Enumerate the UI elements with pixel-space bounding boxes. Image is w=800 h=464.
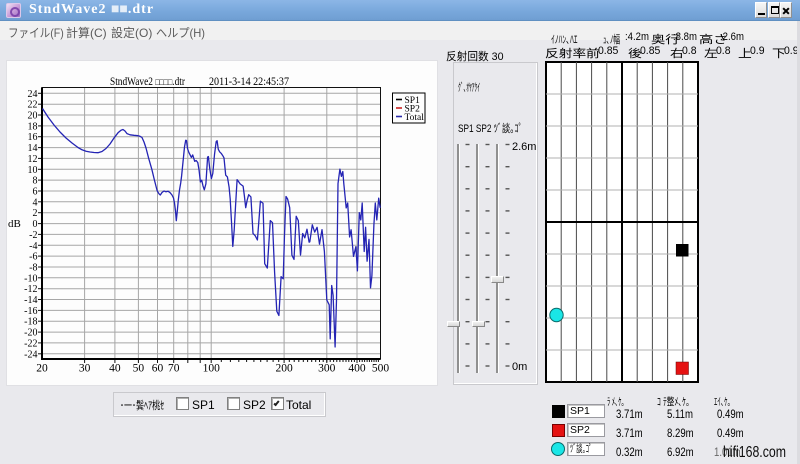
svg-text:-20: -20	[24, 328, 37, 339]
svg-text:dB: dB	[8, 218, 21, 230]
svg-text:400: 400	[348, 363, 366, 375]
svg-text:-18: -18	[24, 317, 37, 328]
svg-text:-6: -6	[29, 252, 37, 263]
svg-text:20: 20	[36, 363, 48, 375]
svg-text:200: 200	[275, 363, 293, 375]
svg-text:-12: -12	[24, 284, 37, 295]
svg-text:10: 10	[28, 165, 38, 176]
svg-text:6: 6	[33, 187, 38, 198]
svg-text:-4: -4	[29, 241, 37, 252]
svg-text:12: 12	[28, 154, 38, 165]
svg-text:300: 300	[318, 363, 336, 375]
svg-text:18: 18	[28, 121, 38, 132]
svg-text:0: 0	[33, 219, 38, 230]
svg-text:24: 24	[28, 89, 38, 100]
svg-text:Total: Total	[405, 113, 425, 123]
svg-text:30: 30	[79, 363, 91, 375]
svg-text:-14: -14	[24, 295, 37, 306]
svg-text:14: 14	[28, 143, 38, 154]
svg-text:40: 40	[109, 363, 121, 375]
svg-text:-24: -24	[24, 349, 37, 360]
svg-text:500: 500	[372, 363, 390, 375]
svg-text:2: 2	[33, 208, 38, 219]
svg-text:16: 16	[28, 132, 38, 143]
svg-text:60: 60	[152, 363, 164, 375]
svg-text:-8: -8	[29, 263, 37, 274]
svg-text:-22: -22	[24, 338, 37, 349]
svg-text:70: 70	[168, 363, 180, 375]
svg-text:4: 4	[33, 197, 38, 208]
svg-text:-16: -16	[24, 306, 37, 317]
svg-text:22: 22	[28, 100, 38, 111]
svg-text:-2: -2	[29, 230, 37, 241]
svg-text:100: 100	[203, 363, 221, 375]
svg-text:-10: -10	[24, 273, 37, 284]
svg-text:50: 50	[133, 363, 145, 375]
svg-text:20: 20	[28, 111, 38, 122]
svg-text:8: 8	[33, 176, 38, 187]
